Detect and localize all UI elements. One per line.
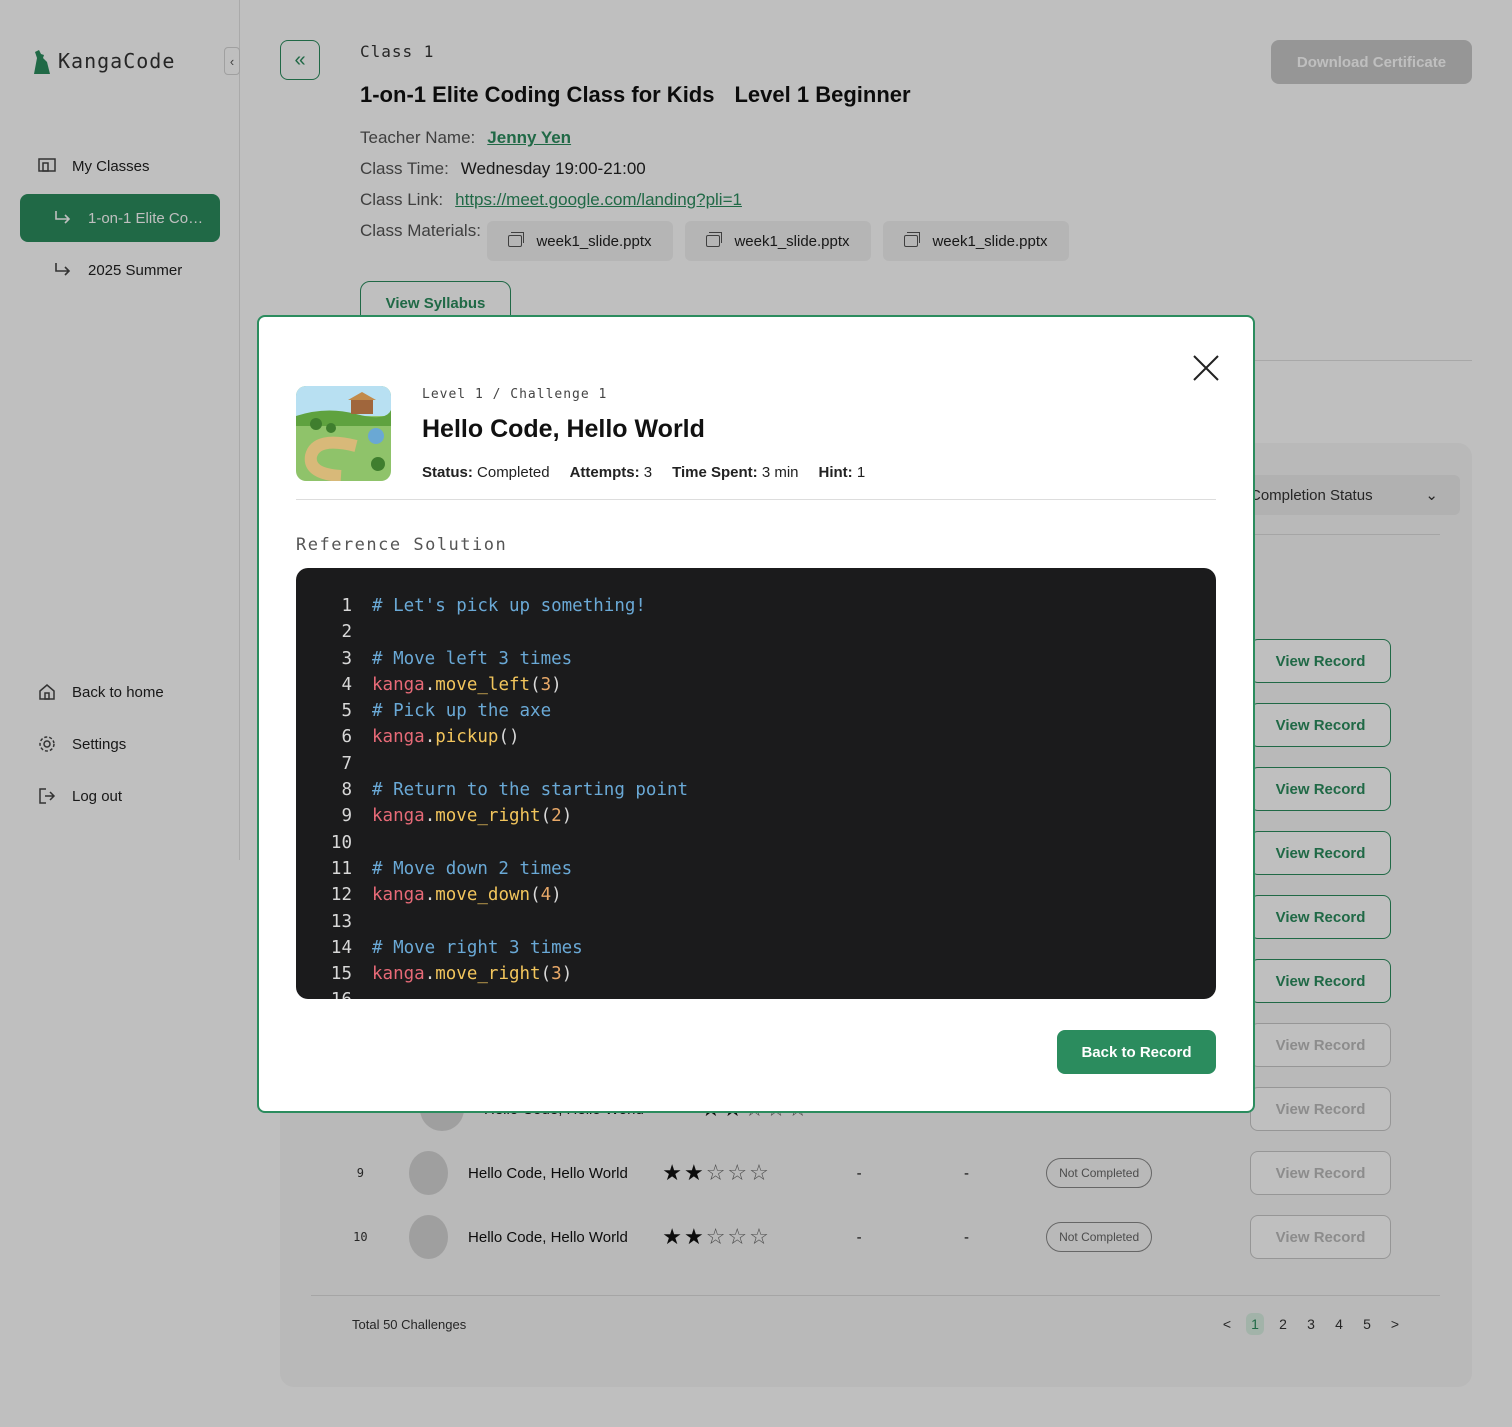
back-to-record-button[interactable]: Back to Record	[1057, 1030, 1216, 1074]
code-text: kanga.move_left(3)	[372, 674, 562, 695]
code-line: 3 # Move left 3 times	[296, 646, 1216, 672]
attempts-stat: Attempts: 3	[569, 464, 653, 481]
divider	[296, 499, 1216, 500]
status-stat: Status: Completed	[422, 464, 550, 481]
code-line: 10	[296, 830, 1216, 856]
line-number: 9	[341, 806, 352, 827]
line-number: 2	[341, 622, 352, 643]
code-line: 11 # Move down 2 times	[296, 856, 1216, 882]
line-number: 16	[296, 987, 352, 999]
code-line: 16	[296, 987, 1216, 999]
line-number: 12	[330, 885, 352, 906]
code-line: 9 kanga.move_right(2)	[296, 803, 1216, 829]
code-line: 2	[296, 619, 1216, 645]
code-line: 13	[296, 909, 1216, 935]
code-line: 1 # Let's pick up something!	[296, 593, 1216, 619]
code-text: # Move right 3 times	[372, 937, 583, 958]
code-text: # Move left 3 times	[372, 648, 573, 669]
line-number: 14	[330, 937, 352, 958]
challenge-level-tag: Level 1 / Challenge 1	[422, 387, 608, 402]
code-line: 14 # Move right 3 times	[296, 935, 1216, 961]
code-line: 8 # Return to the starting point	[296, 777, 1216, 803]
code-line: 7	[296, 751, 1216, 777]
reference-solution-modal: Level 1 / Challenge 1 Hello Code, Hello …	[257, 315, 1255, 1113]
time-spent-stat: Time Spent: 3 min	[672, 464, 799, 481]
close-icon[interactable]	[1191, 353, 1221, 383]
challenge-title: Hello Code, Hello World	[422, 415, 705, 443]
line-number: 3	[341, 648, 352, 669]
code-line: 4 kanga.move_left(3)	[296, 672, 1216, 698]
line-number: 8	[341, 780, 352, 801]
code-text: # Move down 2 times	[372, 858, 573, 879]
line-number: 4	[341, 674, 352, 695]
code-text: kanga.pickup()	[372, 727, 520, 748]
line-number: 10	[330, 832, 352, 853]
line-number: 1	[341, 596, 352, 616]
code-text: kanga.move_down(4)	[372, 885, 562, 906]
code-line: 6 kanga.pickup()	[296, 724, 1216, 750]
code-text: # Pick up the axe	[372, 701, 552, 722]
line-number: 6	[341, 727, 352, 748]
code-line: 15 kanga.move_right(3)	[296, 961, 1216, 987]
challenge-thumbnail	[296, 386, 391, 481]
code-line: 5 # Pick up the axe	[296, 698, 1216, 724]
code-text: # Let's pick up something!	[372, 596, 646, 616]
hint-stat: Hint: 1	[818, 464, 866, 481]
code-text: # Return to the starting point	[372, 780, 689, 801]
code-line: 12 kanga.move_down(4)	[296, 882, 1216, 908]
code-text: kanga.move_right(3)	[372, 964, 573, 985]
line-number: 13	[330, 911, 352, 932]
challenge-meta: Status: Completed Attempts: 3 Time Spent…	[422, 464, 865, 481]
line-number: 11	[330, 858, 352, 879]
code-block[interactable]: 1 # Let's pick up something! 2 3 # Move left…	[296, 568, 1216, 999]
line-number: 7	[341, 753, 352, 774]
code-text: kanga.move_right(2)	[372, 806, 573, 827]
line-number: 15	[330, 964, 352, 985]
reference-solution-title: Reference Solution	[296, 535, 508, 555]
line-number: 5	[341, 701, 352, 722]
